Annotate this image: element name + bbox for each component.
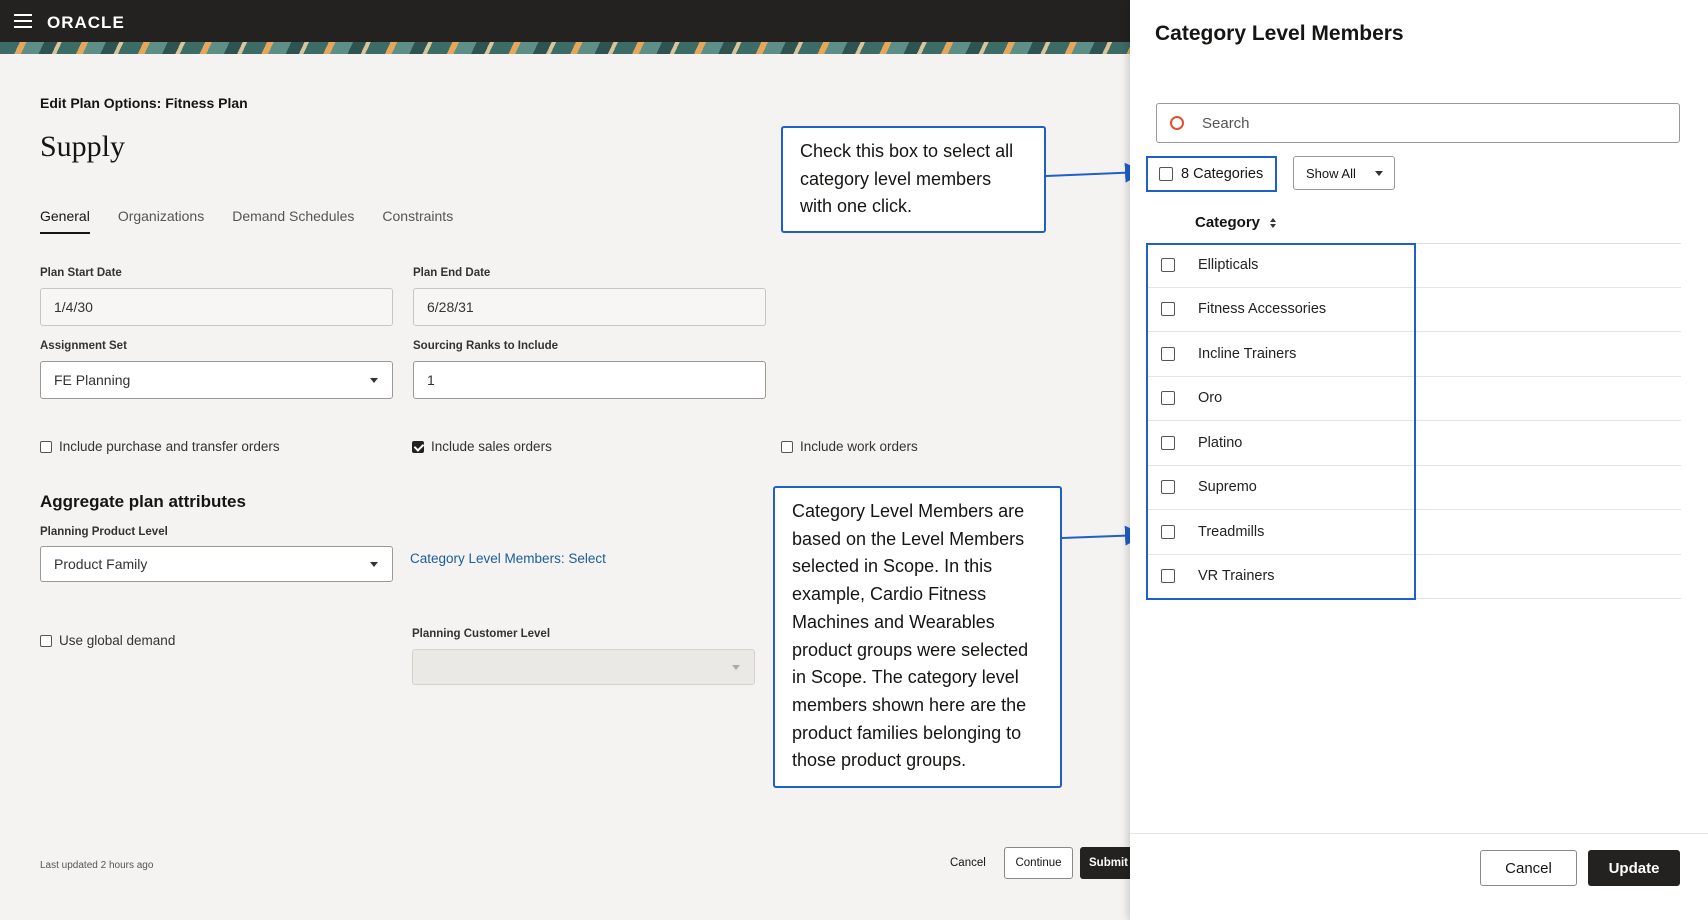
checkbox-icon[interactable] <box>1161 391 1175 406</box>
checkbox-icon[interactable] <box>1161 435 1175 450</box>
chevron-down-icon <box>732 665 740 670</box>
assignment-set-label: Assignment Set <box>40 340 127 352</box>
plan-start-label: Plan Start Date <box>40 267 122 279</box>
tab-organizations[interactable]: Organizations <box>118 208 204 234</box>
checkbox-icon[interactable] <box>1161 569 1175 584</box>
category-row-supremo[interactable]: Supremo <box>1146 466 1681 510</box>
drawer-update-button[interactable]: Update <box>1588 850 1680 886</box>
category-column-label: Category <box>1195 214 1261 231</box>
product-level-value: Product Family <box>54 556 148 572</box>
checkbox-icon <box>781 440 793 453</box>
tab-general[interactable]: General <box>40 208 90 234</box>
tab-bar: General Organizations Demand Schedules C… <box>40 208 453 234</box>
category-label: Fitness Accessories <box>1198 301 1327 318</box>
show-all-dropdown[interactable]: Show All <box>1293 156 1395 190</box>
plan-end-field[interactable]: 6/28/31 <box>413 288 766 326</box>
include-purchase-label: Include purchase and transfer orders <box>59 439 280 454</box>
category-label: Oro <box>1198 390 1223 407</box>
include-purchase-checkbox[interactable]: Include purchase and transfer orders <box>40 439 280 454</box>
checkbox-icon <box>40 634 52 647</box>
category-row-oro[interactable]: Oro <box>1146 377 1681 421</box>
category-row-fitness-accessories[interactable]: Fitness Accessories <box>1146 288 1681 332</box>
category-label: Supremo <box>1198 479 1257 496</box>
plan-end-label: Plan End Date <box>413 267 491 279</box>
category-list: Ellipticals Fitness Accessories Incline … <box>1146 243 1681 599</box>
checkbox-icon <box>40 440 52 453</box>
category-row-platino[interactable]: Platino <box>1146 421 1681 466</box>
hamburger-menu-icon[interactable] <box>14 14 32 28</box>
category-row-ellipticals[interactable]: Ellipticals <box>1146 243 1681 288</box>
checkbox-icon <box>1159 167 1173 181</box>
cancel-button[interactable]: Cancel <box>950 857 986 869</box>
show-all-label: Show All <box>1306 165 1356 181</box>
customer-level-select <box>412 649 755 685</box>
category-label: Platino <box>1198 434 1243 451</box>
tab-demand-schedules[interactable]: Demand Schedules <box>232 208 354 234</box>
checkbox-icon[interactable] <box>1161 302 1175 317</box>
oracle-logo: ORACLE <box>47 13 125 32</box>
sort-icon[interactable] <box>1270 217 1277 228</box>
category-label: Incline Trainers <box>1198 345 1297 362</box>
category-label: Ellipticals <box>1198 256 1259 273</box>
checkbox-icon[interactable] <box>1161 480 1175 495</box>
submit-button[interactable]: Submit <box>1080 847 1130 879</box>
use-global-demand-label: Use global demand <box>59 633 176 648</box>
customer-level-label: Planning Customer Level <box>412 628 551 640</box>
drawer-title: Category Level Members <box>1155 22 1404 45</box>
chevron-down-icon <box>370 562 378 567</box>
callout-category-explanation: Category Level Members are based on the … <box>773 486 1062 788</box>
include-sales-checkbox[interactable]: Include sales orders <box>412 439 552 454</box>
search-input[interactable]: Search <box>1156 103 1680 143</box>
plan-start-field[interactable]: 1/4/30 <box>40 288 393 326</box>
include-work-label: Include work orders <box>800 439 918 454</box>
select-all-checkbox[interactable]: 8 Categories <box>1146 156 1277 192</box>
category-label: Treadmills <box>1198 523 1265 540</box>
assignment-set-value: FE Planning <box>54 372 131 388</box>
page-title: Supply <box>40 130 126 163</box>
last-updated-text: Last updated 2 hours ago <box>40 860 154 871</box>
category-row-vr-trainers[interactable]: VR Trainers <box>1146 555 1681 599</box>
sourcing-ranks-input[interactable]: 1 <box>413 361 766 399</box>
product-level-label: Planning Product Level <box>40 526 168 538</box>
tab-constraints[interactable]: Constraints <box>382 208 453 234</box>
chevron-down-icon <box>1375 171 1383 176</box>
decorative-banner <box>0 42 1130 54</box>
include-work-checkbox[interactable]: Include work orders <box>781 439 918 454</box>
search-placeholder: Search <box>1202 115 1250 132</box>
assignment-set-select[interactable]: FE Planning <box>40 361 393 399</box>
category-row-treadmills[interactable]: Treadmills <box>1146 510 1681 555</box>
select-all-label: 8 Categories <box>1181 166 1264 182</box>
aggregate-heading: Aggregate plan attributes <box>40 492 246 511</box>
search-icon <box>1170 116 1184 130</box>
category-row-incline-trainers[interactable]: Incline Trainers <box>1146 332 1681 377</box>
checkbox-icon[interactable] <box>1161 346 1175 361</box>
category-level-members-link[interactable]: Category Level Members: Select <box>410 551 606 566</box>
sourcing-ranks-label: Sourcing Ranks to Include <box>413 340 559 352</box>
chevron-down-icon <box>370 378 378 383</box>
checked-checkbox-icon <box>412 440 424 453</box>
drawer-footer-divider <box>1130 833 1708 834</box>
use-global-demand-checkbox[interactable]: Use global demand <box>40 633 175 648</box>
checkbox-icon[interactable] <box>1161 257 1175 272</box>
category-level-members-drawer: Category Level Members Search 8 Categori… <box>1130 0 1708 920</box>
drawer-cancel-button[interactable]: Cancel <box>1480 850 1577 886</box>
continue-button[interactable]: Continue <box>1004 847 1073 879</box>
category-label: VR Trainers <box>1198 568 1275 585</box>
category-column-header[interactable]: Category <box>1195 214 1277 231</box>
checkbox-icon[interactable] <box>1161 524 1175 539</box>
callout-select-all: Check this box to select all category le… <box>781 126 1046 233</box>
page-subtitle: Edit Plan Options: Fitness Plan <box>40 95 248 111</box>
include-sales-label: Include sales orders <box>431 439 552 454</box>
product-level-select[interactable]: Product Family <box>40 546 393 582</box>
